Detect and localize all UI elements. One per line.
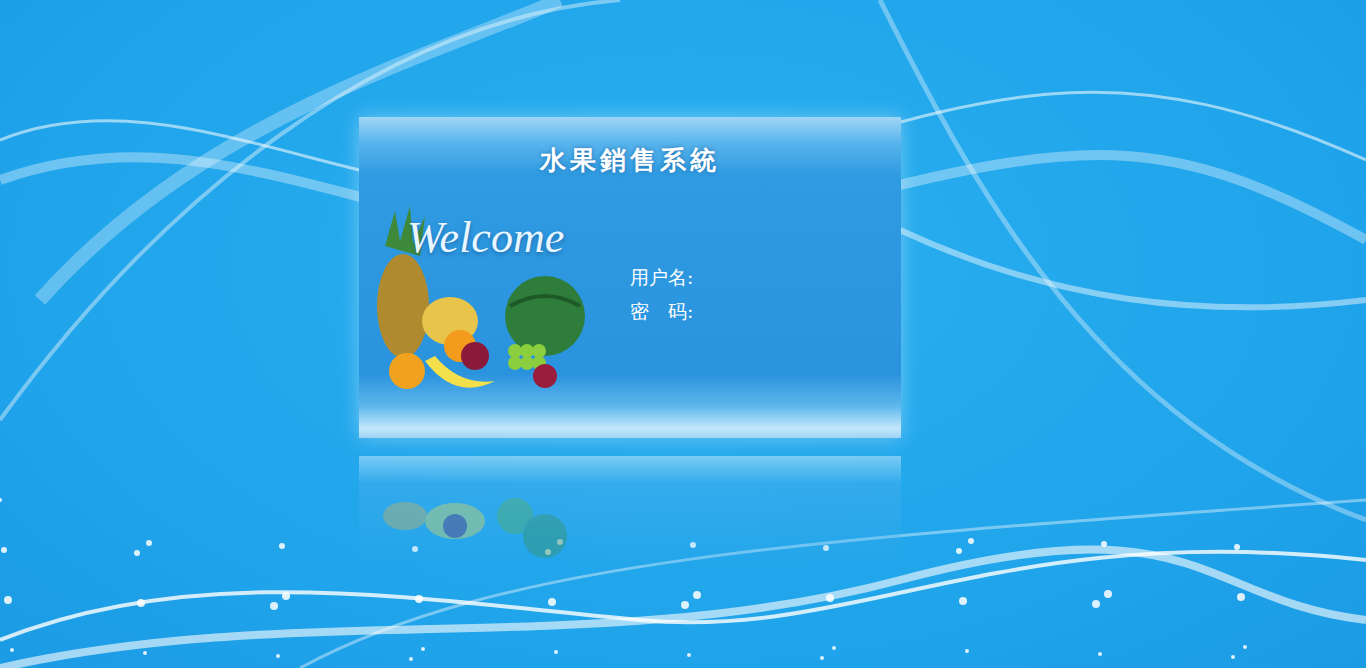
fruit-reflection-icon: [365, 476, 600, 596]
password-input[interactable]: [722, 302, 880, 323]
field-label: 用户名:: [630, 265, 722, 291]
fruit-picture: Welcome: [365, 206, 600, 406]
form-row: 密 码:: [630, 298, 880, 326]
system-title: 水果銷售系統: [359, 117, 901, 178]
login-panel: 水果銷售系統 Welcome 用户名: 密 码:: [359, 117, 901, 438]
welcome-banner: Welcome: [407, 212, 564, 263]
username-input[interactable]: [722, 268, 880, 289]
login-page: 水果銷售系統 Welcome 用户名: 密 码:: [0, 0, 1366, 668]
panel-reflection: [359, 456, 901, 566]
field-label: 密 码:: [630, 299, 722, 325]
login-form: 用户名: 密 码:: [600, 206, 880, 406]
form-row: 用户名:: [630, 264, 880, 292]
